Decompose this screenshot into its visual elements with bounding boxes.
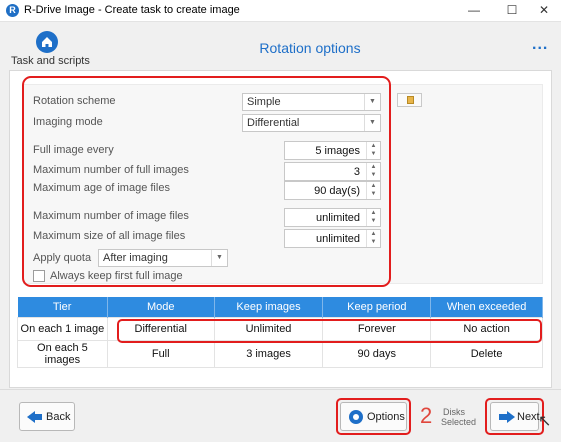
disks-label-line1: Disks [443,407,465,417]
page-title: Rotation options [259,40,361,56]
settings-highlight [22,76,391,287]
disks-selected-label: Disks Selected [441,407,476,427]
minimize-button[interactable]: — [457,0,491,22]
title-bar: R R-Drive Image - Create task to create … [0,0,561,22]
table-cell: 3 images [213,339,324,368]
table-row[interactable]: On each 5 images Full 3 images 90 days D… [17,339,543,368]
more-options-icon[interactable]: ... [532,36,548,54]
back-button[interactable]: Back [19,402,75,431]
note-icon [407,96,414,104]
table-cell: Delete [430,339,543,368]
column-header: Tier [17,297,108,317]
column-header: Mode [107,297,215,317]
window-title: R-Drive Image - Create task to create im… [24,4,240,16]
table-cell: Full [106,339,215,368]
table-cell: On each 5 images [17,339,108,368]
close-button[interactable]: ✕ [527,0,561,22]
maximize-button[interactable]: ☐ [495,0,529,22]
app-icon: R [6,4,19,17]
table-header-row: Tier Mode Keep images Keep period When e… [17,297,543,317]
table-cell: On each 1 image [17,316,108,341]
notes-button[interactable] [397,93,422,107]
table-cell: 90 days [322,339,432,368]
disks-label-line2: Selected [441,417,477,427]
column-header: Keep period [322,297,432,317]
column-header: When exceeded [430,297,543,317]
column-header: Keep images [214,297,324,317]
header: Task and scripts Rotation options ... [0,22,561,70]
row-highlight [117,319,542,343]
task-and-scripts-link[interactable]: Task and scripts [11,55,90,67]
mouse-cursor-icon: ↖ [538,413,552,430]
back-label: Back [46,411,71,423]
home-icon[interactable] [36,31,58,53]
disks-selected-count: 2 [420,403,433,428]
arrow-left-icon-bar [34,414,42,420]
footer [0,389,561,442]
next-highlight [485,398,544,435]
options-highlight [336,398,411,435]
